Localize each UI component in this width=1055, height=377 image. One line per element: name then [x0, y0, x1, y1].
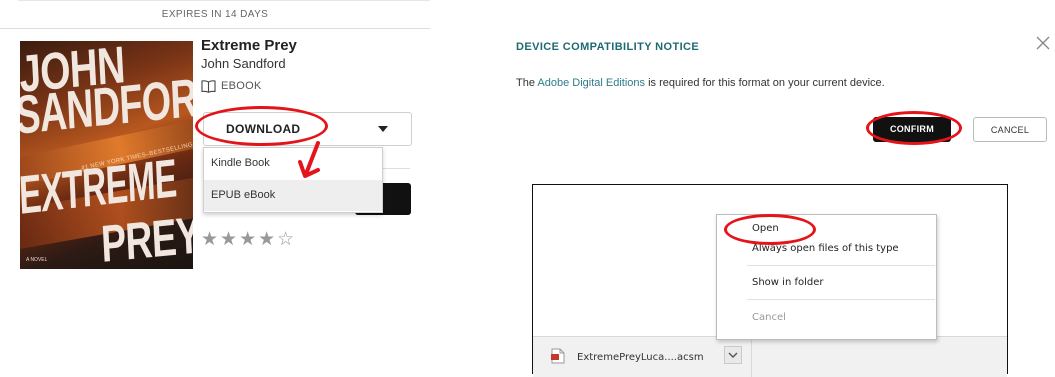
- top-divider: [18, 0, 430, 5]
- dropdown-option-kindle[interactable]: Kindle Book: [204, 148, 382, 179]
- cover-text-prey: PREY: [99, 206, 193, 269]
- expires-bar: EXPIRES IN 14 DAYS: [0, 0, 430, 29]
- cancel-button[interactable]: CANCEL: [973, 117, 1047, 142]
- file-icon[interactable]: [551, 348, 565, 364]
- book-cover[interactable]: JOHN SANDFORD #1 NEW YORK TIMES–BESTSELL…: [20, 41, 193, 269]
- annotation-arrow-icon: [298, 141, 320, 178]
- star-rating[interactable]: ★★★★☆: [201, 228, 296, 251]
- divider: [751, 337, 752, 377]
- format-label: EBOOK: [221, 80, 262, 92]
- expires-label: EXPIRES IN 14 DAYS: [161, 9, 269, 20]
- divider: [383, 168, 410, 169]
- download-options-button[interactable]: [724, 346, 742, 364]
- close-icon[interactable]: [1036, 36, 1050, 50]
- annotation-circle-confirm: [866, 111, 962, 145]
- adobe-digital-editions-link[interactable]: Adobe Digital Editions: [537, 77, 645, 89]
- format-info: EBOOK: [201, 78, 262, 94]
- menu-separator: [747, 265, 935, 266]
- menu-separator: [747, 299, 935, 300]
- dropdown-option-epub[interactable]: EPUB eBook: [204, 180, 382, 211]
- download-format-dropdown[interactable]: Kindle Book EPUB eBook: [203, 147, 383, 213]
- book-open-icon: [201, 79, 216, 93]
- annotation-circle-open: [724, 214, 816, 245]
- download-file-name[interactable]: ExtremePreyLuca....acsm: [577, 352, 704, 363]
- dialog-message: The Adobe Digital Editions is required f…: [516, 77, 885, 89]
- book-title[interactable]: Extreme Prey: [201, 37, 297, 54]
- cover-kicker: A NOVEL: [26, 257, 48, 263]
- chevron-down-icon: [728, 352, 738, 358]
- caret-down-icon[interactable]: [378, 126, 388, 132]
- book-author[interactable]: John Sandford: [201, 56, 286, 71]
- dialog-title: DEVICE COMPATIBILITY NOTICE: [516, 41, 700, 53]
